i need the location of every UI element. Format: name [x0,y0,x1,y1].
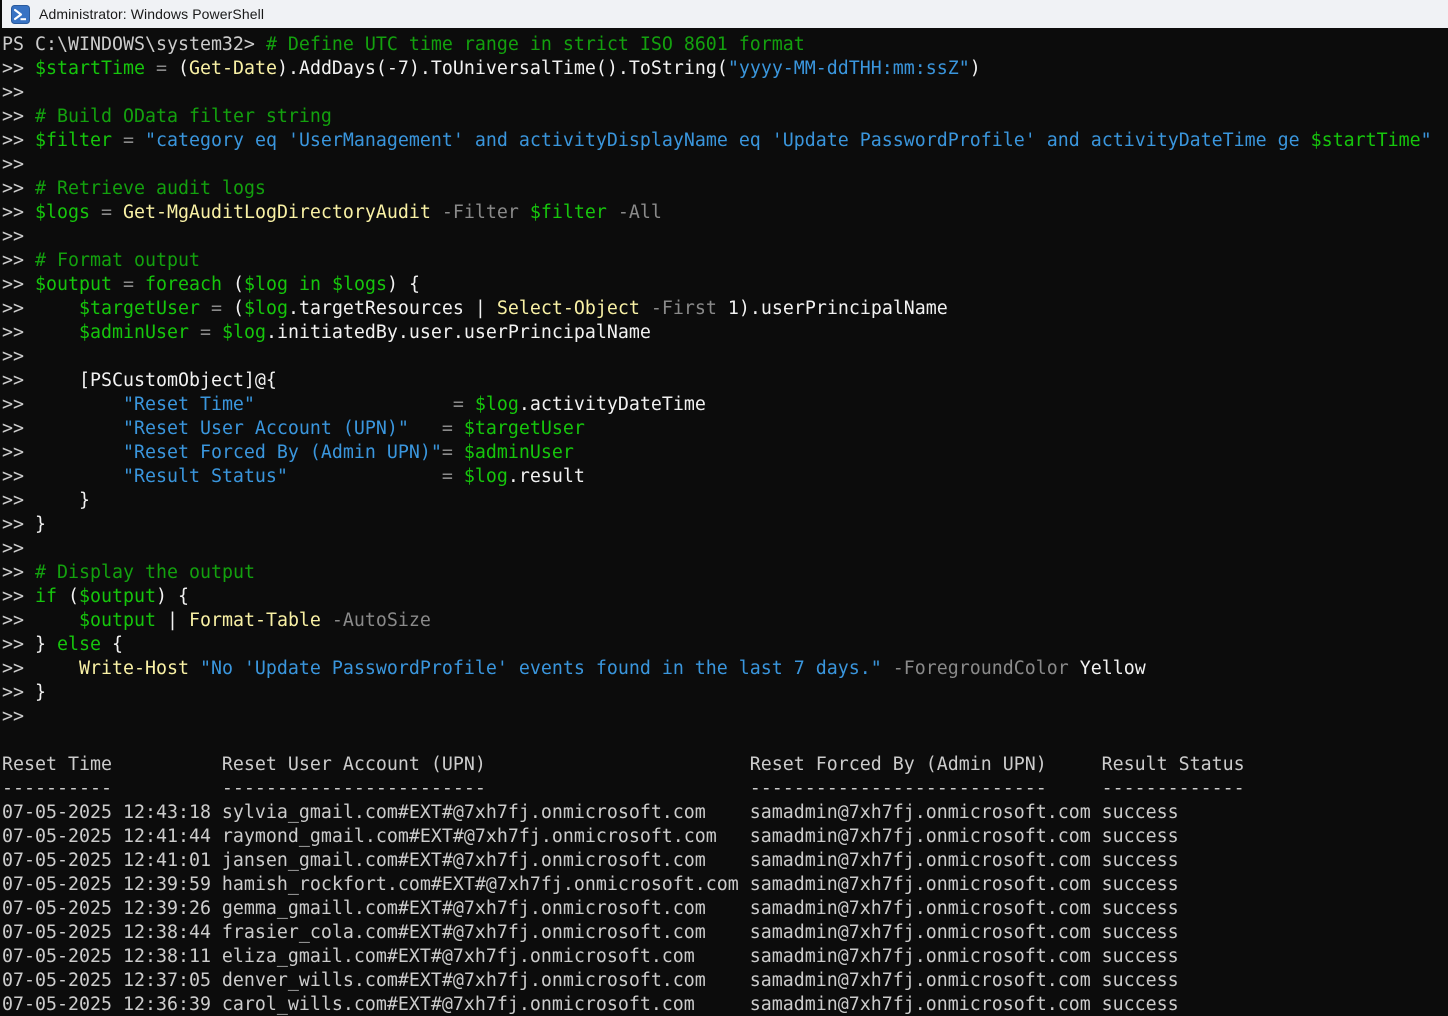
table-row: 07-05-2025 12:39:59 hamish_rockfort.com#… [2,873,1448,897]
console-line: >> [PSCustomObject]@{ [2,369,1448,393]
console-line: >> $output = foreach ($log in $logs) { [2,273,1448,297]
table-header-line: Reset Time Reset User Account (UPN) Rese… [2,753,1448,777]
console-line: >> [2,153,1448,177]
console-line: >> # Retrieve audit logs [2,177,1448,201]
console-line: >> [2,345,1448,369]
table-row: 07-05-2025 12:39:26 gemma_gmaill.com#EXT… [2,897,1448,921]
console-line: >> "Result Status" = $log.result [2,465,1448,489]
console-line: >> $filter = "category eq 'UserManagemen… [2,129,1448,153]
table-row: 07-05-2025 12:41:01 jansen_gmail.com#EXT… [2,849,1448,873]
table-row: 07-05-2025 12:43:18 sylvia_gmail.com#EXT… [2,801,1448,825]
console-line: >> } else { [2,633,1448,657]
console-line: >> if ($output) { [2,585,1448,609]
console-line: >> $adminUser = $log.initiatedBy.user.us… [2,321,1448,345]
console-line: >> [2,537,1448,561]
console-output[interactable]: PS C:\WINDOWS\system32> # Define UTC tim… [0,28,1448,1016]
console-line: >> "Reset Time" = $log.activityDateTime [2,393,1448,417]
console-line: >> "Reset User Account (UPN)" = $targetU… [2,417,1448,441]
console-line: >> # Format output [2,249,1448,273]
console-line [2,729,1448,753]
console-line: >> $output | Format-Table -AutoSize [2,609,1448,633]
table-row: 07-05-2025 12:36:39 carol_wills.com#EXT#… [2,993,1448,1016]
console-line: >> $targetUser = ($log.targetResources |… [2,297,1448,321]
console-line: >> # Build OData filter string [2,105,1448,129]
window-title: Administrator: Windows PowerShell [39,6,264,22]
powershell-window: Administrator: Windows PowerShell PS C:\… [0,0,1448,1016]
console-line: >> $startTime = (Get-Date).AddDays(-7).T… [2,57,1448,81]
console-line: >> [2,81,1448,105]
console-line: >> [2,225,1448,249]
console-line: >> # Display the output [2,561,1448,585]
console-line: >> } [2,489,1448,513]
console-line: >> } [2,513,1448,537]
console-line: >> [2,705,1448,729]
console-line: >> "Reset Forced By (Admin UPN)"= $admin… [2,441,1448,465]
table-row: 07-05-2025 12:38:11 eliza_gmail.com#EXT#… [2,945,1448,969]
console-line: >> } [2,681,1448,705]
table-row: 07-05-2025 12:38:44 frasier_cola.com#EXT… [2,921,1448,945]
console-line: >> Write-Host "No 'Update PasswordProfil… [2,657,1448,681]
table-row: 07-05-2025 12:41:44 raymond_gmail.com#EX… [2,825,1448,849]
title-bar[interactable]: Administrator: Windows PowerShell [0,0,1448,28]
console-line: PS C:\WINDOWS\system32> # Define UTC tim… [2,33,1448,57]
powershell-icon[interactable] [11,5,30,24]
console-line: >> $logs = Get-MgAuditLogDirectoryAudit … [2,201,1448,225]
table-row: 07-05-2025 12:37:05 denver_wills.com#EXT… [2,969,1448,993]
table-separator-line: ---------- ------------------------ ----… [2,777,1448,801]
